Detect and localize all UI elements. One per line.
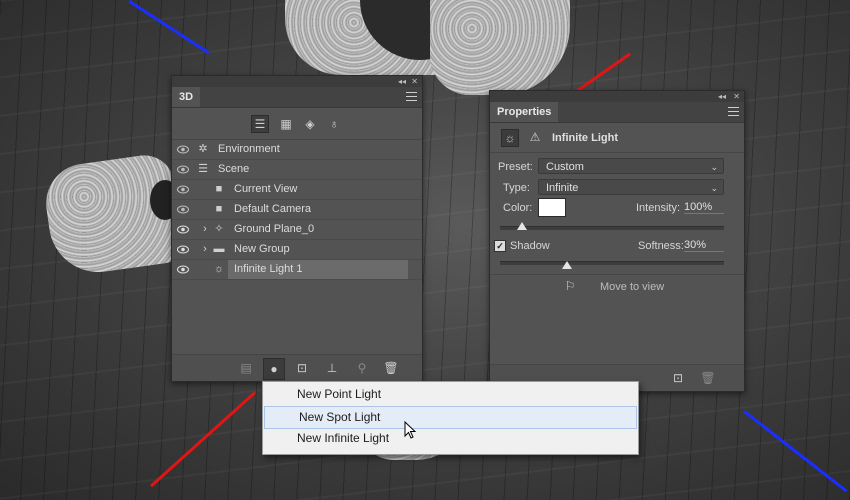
layer-row-scene[interactable]: ☰ Scene	[172, 160, 422, 180]
tab-bar: 3D	[172, 87, 422, 108]
visibility-eye-icon[interactable]	[177, 164, 189, 175]
add-object-icon[interactable]: ⊡	[294, 360, 310, 376]
preset-value: Custom	[546, 161, 584, 173]
red-axis-line-lower	[150, 391, 257, 488]
add-object-icon[interactable]: ⊡	[670, 370, 686, 386]
properties-header: ☼ ⚠ Infinite Light	[490, 124, 744, 153]
row-label: Environment	[218, 143, 280, 155]
row-label: Current View	[234, 183, 298, 195]
3d-panel-bottom-toolbar: ▤ ● ⊡ ⊥ ⚲ 🗑	[172, 354, 422, 381]
whole-scene-filter-icon[interactable]: ☰	[251, 115, 269, 133]
visibility-eye-icon[interactable]	[177, 184, 189, 195]
layer-row-current-view[interactable]: ■ Current View	[172, 180, 422, 200]
layer-row-environment[interactable]: ✲ Environment	[172, 140, 422, 160]
menu-item-new-infinite-light[interactable]: New Infinite Light	[263, 428, 638, 449]
new-light-menu: New Point Light New Spot Light New Infin…	[262, 381, 639, 455]
meshes-filter-icon[interactable]: ▦	[278, 116, 294, 132]
tab-3d[interactable]: 3D	[172, 87, 201, 107]
collapse-icon[interactable]: ◂◂	[398, 76, 406, 87]
blue-axis-line	[128, 0, 210, 55]
softness-label: Softness:	[638, 240, 684, 252]
3d-panel: ◂◂ ✕ 3D ☰ ▦ ◈ ♁ ✲ Environment ☰ Scene ■ …	[171, 75, 423, 382]
expand-chevron-icon[interactable]: ›	[199, 243, 211, 255]
visibility-eye-icon[interactable]	[177, 144, 189, 155]
coordinates-icon[interactable]: ⚠	[527, 129, 543, 145]
type-dropdown[interactable]: Infinite ⌄	[538, 179, 724, 195]
chevron-down-icon: ⌄	[710, 183, 718, 193]
properties-panel: ◂◂ ✕ Properties ☼ ⚠ Infinite Light Prese…	[489, 90, 745, 392]
row-label: Default Camera	[234, 203, 312, 215]
row-label: Scene	[218, 163, 250, 175]
color-label: Color:	[503, 202, 533, 214]
menu-item-new-point-light[interactable]: New Point Light	[263, 384, 638, 405]
type-value: Infinite	[546, 182, 579, 194]
preset-label: Preset:	[498, 161, 533, 173]
move-to-view-divider	[490, 274, 744, 275]
preset-dropdown[interactable]: Custom ⌄	[538, 158, 724, 174]
intensity-slider-track[interactable]	[500, 226, 724, 230]
properties-title: Infinite Light	[552, 132, 618, 144]
visibility-eye-icon[interactable]	[177, 244, 189, 255]
render-icon[interactable]: ▤	[238, 360, 254, 376]
collapse-icon[interactable]: ◂◂	[718, 91, 726, 102]
softness-slider-thumb[interactable]	[562, 261, 573, 269]
delete-icon[interactable]: 🗑	[383, 360, 399, 376]
ground-plane-icon: ✧	[214, 223, 224, 235]
constrain-icon[interactable]: ⚲	[354, 360, 370, 376]
materials-filter-icon[interactable]: ◈	[302, 116, 318, 132]
expand-chevron-icon[interactable]: ›	[199, 223, 211, 235]
tab-bar: Properties	[490, 102, 744, 123]
tab-properties[interactable]: Properties	[490, 102, 559, 122]
row-label: Infinite Light 1	[234, 263, 303, 275]
panel-menu-icon[interactable]	[406, 92, 417, 101]
visibility-eye-icon[interactable]	[177, 264, 189, 275]
softness-value[interactable]: 30%	[684, 239, 724, 252]
delete-icon[interactable]: 🗑	[700, 370, 716, 386]
panel-menu-icon[interactable]	[728, 107, 739, 116]
color-swatch[interactable]	[538, 198, 566, 217]
type-label: Type:	[503, 182, 530, 194]
layer-row-ground-plane[interactable]: › ✧ Ground Plane_0	[172, 220, 422, 240]
infinite-light-icon: ☼	[213, 263, 225, 275]
softness-slider-track[interactable]	[500, 261, 724, 265]
filter-bar: ☰ ▦ ◈ ♁	[172, 109, 422, 140]
3d-object-right[interactable]	[430, 0, 570, 95]
environment-icon: ✲	[198, 143, 208, 155]
intensity-value[interactable]: 100%	[684, 201, 724, 214]
close-icon[interactable]: ✕	[411, 76, 418, 87]
layer-row-default-camera[interactable]: ■ Default Camera	[172, 200, 422, 220]
intensity-label: Intensity:	[636, 202, 681, 214]
layer-row-infinite-light[interactable]: ☼ Infinite Light 1	[172, 260, 422, 280]
move-to-view-label[interactable]: Move to view	[600, 281, 664, 293]
shadow-checkbox[interactable]: ✓	[494, 240, 506, 252]
light-properties-icon[interactable]: ☼	[501, 129, 519, 147]
drop-to-plane-icon[interactable]: ⊥	[324, 360, 340, 376]
move-to-view-icon[interactable]: ⚐	[559, 278, 581, 294]
layer-row-new-group[interactable]: › ▬ New Group	[172, 240, 422, 260]
intensity-slider-thumb[interactable]	[517, 222, 528, 230]
panel-top-bar[interactable]: ◂◂ ✕	[490, 91, 744, 102]
panel-top-bar[interactable]: ◂◂ ✕	[172, 76, 422, 87]
mouse-cursor-icon	[404, 421, 417, 439]
scene-icon: ☰	[198, 163, 208, 175]
visibility-eye-icon[interactable]	[177, 224, 189, 235]
add-light-icon[interactable]: ●	[263, 358, 285, 380]
lights-filter-icon[interactable]: ♁	[326, 116, 342, 132]
shadow-label: Shadow	[510, 240, 550, 252]
menu-item-new-spot-light[interactable]: New Spot Light	[264, 406, 637, 429]
row-label: Ground Plane_0	[234, 223, 315, 235]
visibility-eye-icon[interactable]	[177, 204, 189, 215]
folder-icon: ▬	[213, 243, 225, 255]
camera-icon: ■	[215, 183, 223, 195]
row-label: New Group	[234, 243, 290, 255]
chevron-down-icon: ⌄	[710, 162, 718, 172]
camera-icon: ■	[215, 203, 223, 215]
close-icon[interactable]: ✕	[733, 91, 740, 102]
blue-axis-line-lower	[743, 410, 848, 493]
